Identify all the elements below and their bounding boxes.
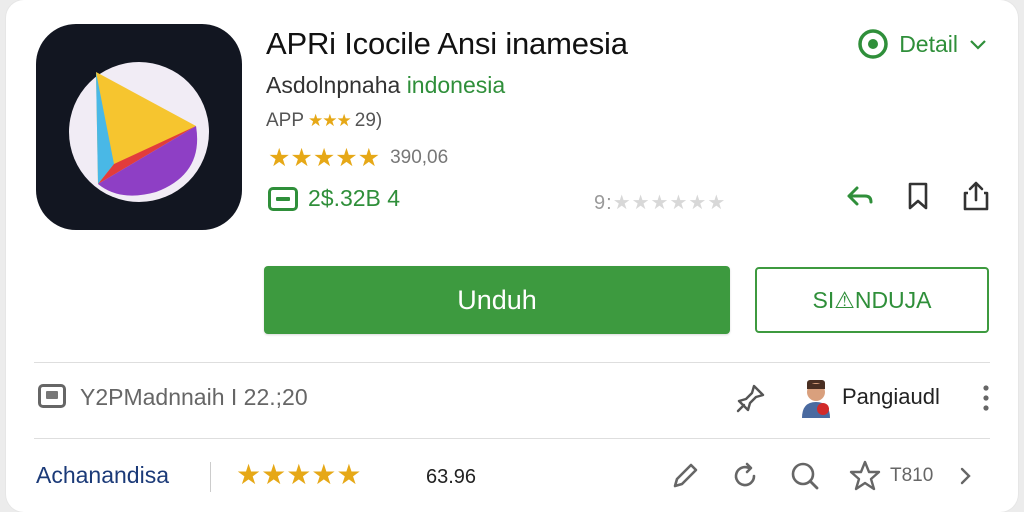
chevron-right-icon — [961, 467, 972, 485]
more-options-icon[interactable] — [978, 383, 994, 413]
pin-button[interactable] — [734, 381, 768, 415]
app-title: APRi Icocile Ansi inamesia — [266, 26, 628, 61]
check-circle-icon — [858, 29, 888, 59]
share-arrow-button[interactable] — [844, 180, 876, 212]
next-button[interactable] — [955, 458, 975, 494]
meta-text: Y2PMadnnaih I 22.;20 — [80, 384, 308, 410]
chevron-down-icon — [970, 40, 986, 50]
review-author[interactable]: Achanandisa — [36, 462, 169, 489]
user-name[interactable]: Pangiaudl — [842, 384, 940, 410]
secondary-rating: 9:★★★★★★ — [594, 190, 726, 215]
developer-name: Asdolnpnaha — [266, 72, 407, 98]
review-row: Achanandisa ★★★★★ 63.96 T810 — [36, 456, 996, 498]
rating-count: 390,06 — [390, 147, 449, 168]
app-mini-count: 29) — [354, 110, 383, 131]
secondary-action-button[interactable]: SI⚠NDUJA — [755, 267, 989, 333]
star-rating: ★★★★★ — [268, 144, 381, 172]
secondary-rating-prefix: 9: — [594, 192, 613, 214]
app-developer[interactable]: Asdolnpnaha indonesia — [266, 72, 505, 99]
app-logo-icon — [69, 62, 209, 202]
share-icon — [963, 181, 989, 211]
detail-link[interactable]: Detail — [857, 28, 988, 60]
review-actions: T810 — [668, 458, 975, 494]
price-text: 2$.32B 4 — [308, 185, 401, 211]
header-actions — [844, 180, 992, 212]
bookmark-button[interactable] — [902, 180, 934, 212]
review-score: 63.96 — [426, 466, 477, 488]
meta-row: Y2PMadnnaih I 22.;20 Pangiaudl — [36, 378, 996, 418]
vertical-divider — [210, 462, 211, 492]
favorite-count: T810 — [890, 465, 934, 486]
info-card-icon — [38, 384, 66, 408]
avatar[interactable] — [798, 378, 834, 418]
mini-star-rating: ★★★ — [308, 111, 352, 130]
pencil-icon — [673, 463, 698, 488]
refresh-icon — [734, 462, 756, 487]
secondary-rating-stars: ★★★★★★ — [612, 192, 727, 214]
pin-icon — [736, 384, 765, 413]
search-icon — [791, 462, 819, 490]
app-label: APP — [266, 110, 305, 131]
favorite-button[interactable] — [848, 458, 882, 494]
share-button[interactable] — [960, 180, 992, 212]
refresh-button[interactable] — [728, 458, 762, 494]
review-stars: ★★★★★ — [236, 459, 362, 490]
share-arrow-icon — [847, 186, 873, 206]
app-listing-card: APRi Icocile Ansi inamesia Asdolnpnaha i… — [6, 0, 1018, 512]
bookmark-icon — [908, 182, 928, 210]
developer-region: indonesia — [406, 72, 506, 98]
search-button[interactable] — [788, 458, 822, 494]
divider — [34, 362, 990, 363]
rating-row: ★★★★★ 390,06 — [268, 143, 448, 173]
app-category-row: APP ★★★ 29) — [266, 110, 382, 132]
app-icon[interactable] — [36, 24, 242, 230]
edit-button[interactable] — [668, 458, 702, 494]
detail-label: Detail — [899, 30, 958, 57]
price-row: 2$.32B 4 — [268, 185, 400, 212]
download-button[interactable]: Unduh — [264, 266, 730, 334]
divider — [34, 438, 990, 439]
star-outline-icon — [849, 460, 881, 491]
price-tag-icon — [268, 186, 298, 211]
